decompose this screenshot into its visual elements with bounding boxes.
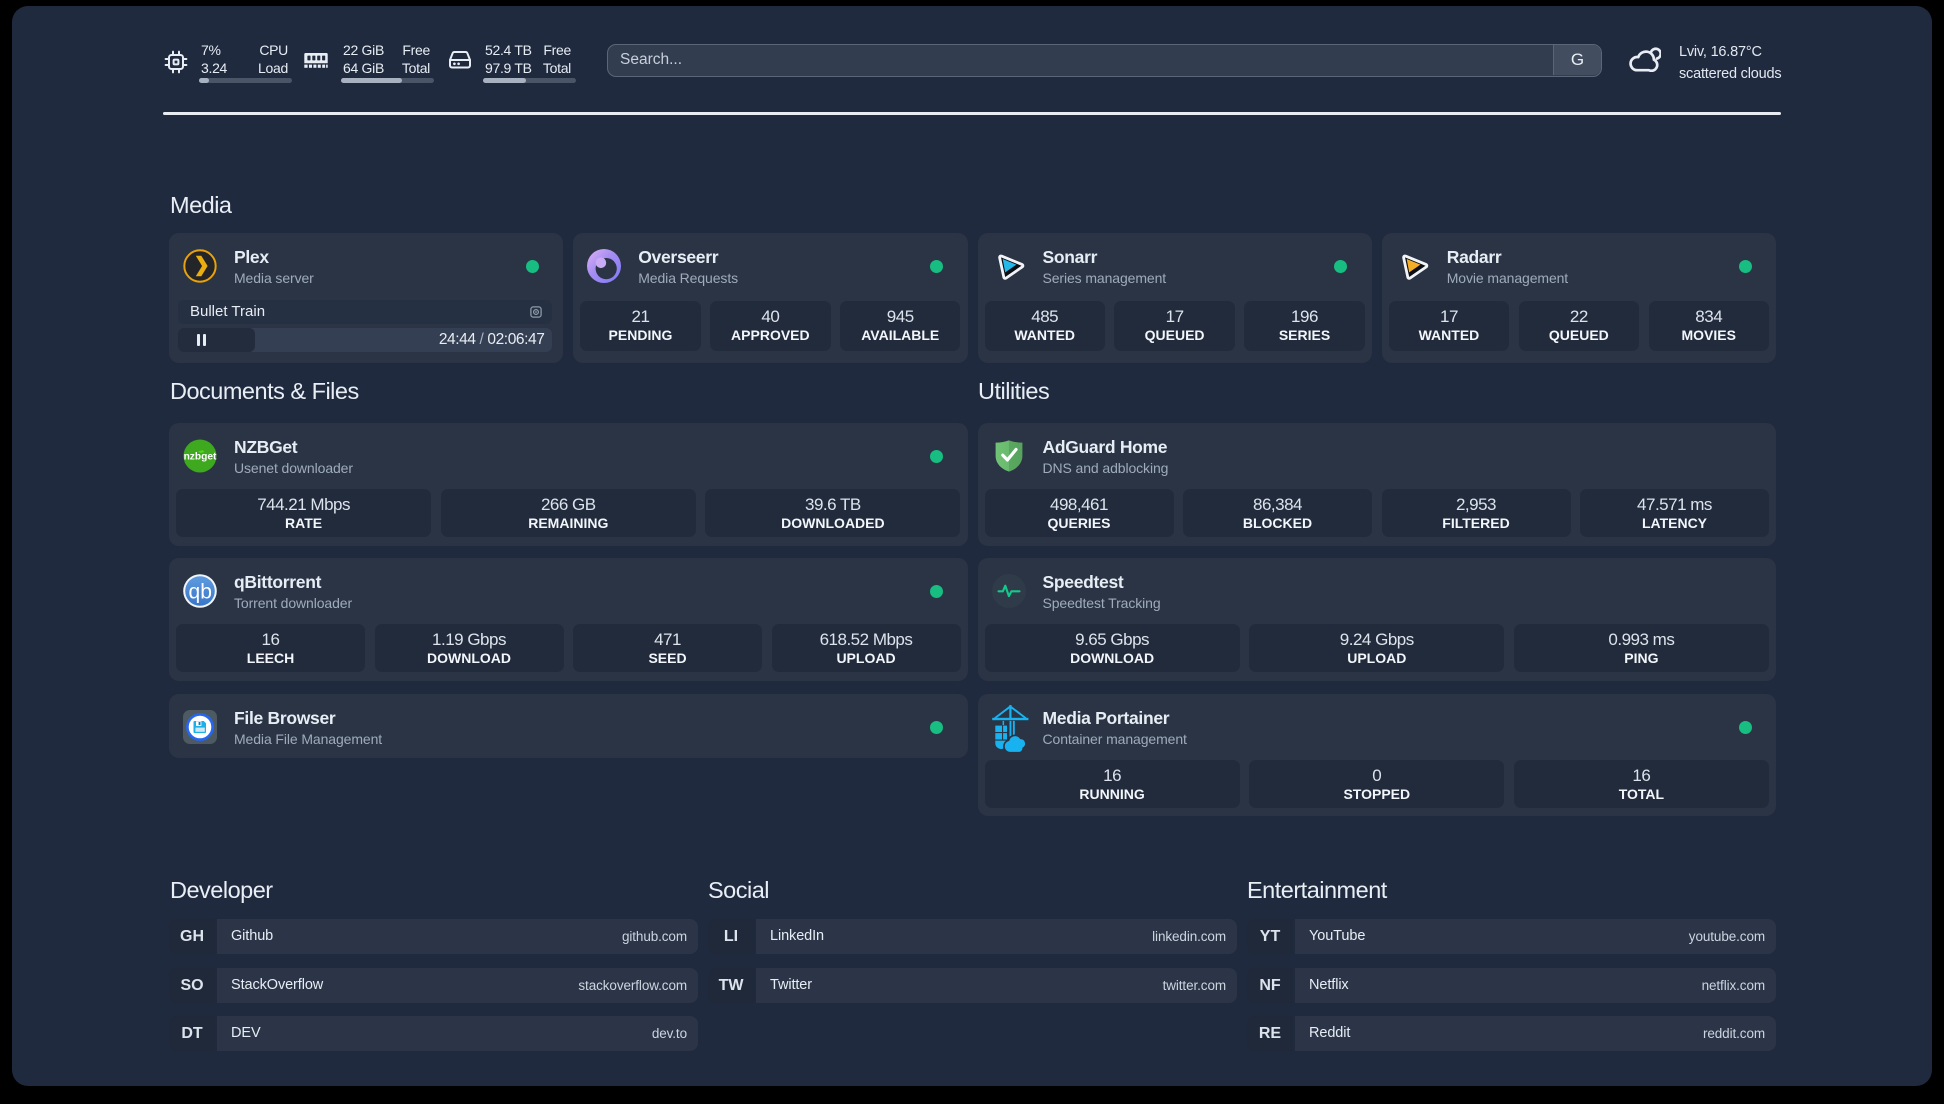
svg-text:nzbget: nzbget xyxy=(184,451,217,462)
svg-text:qb: qb xyxy=(189,580,212,603)
